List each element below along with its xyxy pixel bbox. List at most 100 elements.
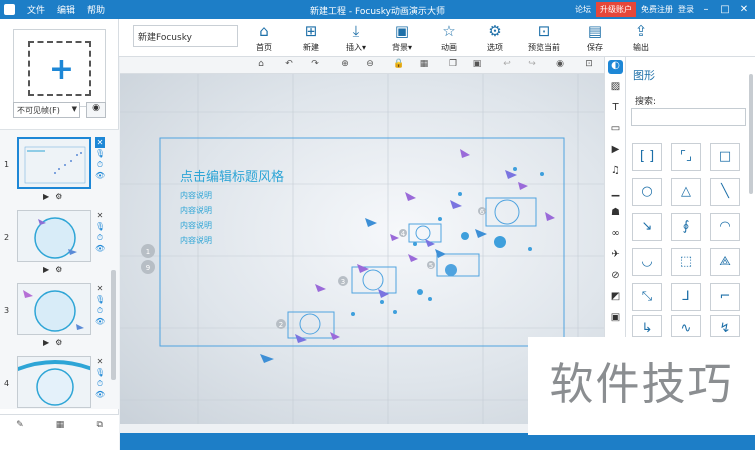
video-tab-icon[interactable]: ▶ <box>608 144 623 158</box>
photo-tab-icon[interactable]: ▣ <box>608 312 623 326</box>
timer-icon[interactable]: ⏱ <box>95 232 105 243</box>
upgrade-button[interactable]: 升级账户 <box>596 2 636 17</box>
plane-tab-icon[interactable]: ✈ <box>608 249 623 263</box>
fullscreen-icon[interactable]: ⊡ <box>582 59 596 71</box>
slide-item-2[interactable]: 2 ✕ 🎙 ⏱ 👁 ▶ ⚙ <box>0 207 112 279</box>
bracket-shape[interactable]: [ ] <box>632 143 662 171</box>
curly-arrow-shape[interactable]: ∮ <box>671 213 701 241</box>
options-button[interactable]: ⚙ 选项 <box>475 22 515 53</box>
content-item-4[interactable]: 内容说明 <box>180 235 212 246</box>
layers-icon[interactable]: ⧉ <box>96 420 102 450</box>
close-icon[interactable]: ✕ <box>95 210 105 221</box>
sub-frame[interactable] <box>436 253 480 277</box>
login-link[interactable]: 登录 <box>678 4 694 15</box>
microphone-icon[interactable]: 🎙 <box>95 221 105 232</box>
frame-settings-icon[interactable]: ▦ <box>56 420 65 450</box>
play-icon[interactable]: ▶ <box>43 192 49 201</box>
slideshow-tab-icon[interactable]: ▭ <box>608 123 623 137</box>
s-curve-arrow-shape[interactable]: ↯ <box>710 315 740 337</box>
redo-icon[interactable]: ↪ <box>525 59 539 71</box>
slide-list-scrollbar[interactable] <box>111 270 116 380</box>
dashed-curve-shape[interactable]: ◡ <box>632 248 662 276</box>
elbow-arrow-shape[interactable]: ↳ <box>632 315 662 337</box>
shape-search-input[interactable] <box>631 108 746 126</box>
timer-icon[interactable]: ⏱ <box>95 159 105 170</box>
line-shape[interactable]: ╲ <box>710 178 740 206</box>
image-tab-icon[interactable]: ▨ <box>608 81 623 95</box>
microphone-icon[interactable]: 🎙 <box>95 148 105 159</box>
minimize-button[interactable]: – <box>699 4 713 15</box>
preview-button[interactable]: ⊡ 预览当前 <box>522 22 566 53</box>
zoom-out-icon[interactable]: ⊖ <box>363 59 377 71</box>
project-name-input[interactable]: 新建Focusky <box>133 25 238 47</box>
shapes-tab-icon[interactable]: ◐ <box>608 60 623 74</box>
paste-icon[interactable]: ▣ <box>470 59 484 71</box>
microphone-icon[interactable]: 🎙 <box>95 367 105 378</box>
slide-thumbnail[interactable] <box>17 137 91 189</box>
close-window-button[interactable]: ✕ <box>737 4 751 15</box>
gear-icon[interactable]: ⚙ <box>55 192 62 201</box>
microphone-icon[interactable]: 🎙 <box>95 294 105 305</box>
close-icon[interactable]: ✕ <box>95 137 105 148</box>
content-item-3[interactable]: 内容说明 <box>180 220 212 231</box>
rotate-right-icon[interactable]: ↷ <box>308 59 322 71</box>
insert-button[interactable]: ⤓ 插入▾ <box>336 22 376 53</box>
circle-shape[interactable]: ○ <box>632 178 662 206</box>
lock-icon[interactable]: 🔒 <box>392 59 406 71</box>
home-view-icon[interactable]: ⌂ <box>254 59 268 71</box>
link-tab-icon[interactable]: ∞ <box>608 228 623 242</box>
visibility-select[interactable]: 不可见帧(F) ▼ <box>13 102 80 118</box>
text-tab-icon[interactable]: T <box>608 102 623 116</box>
eye-icon[interactable]: 👁 <box>95 243 105 254</box>
new-button[interactable]: ⊞ 新建 <box>291 22 331 53</box>
home-button[interactable]: ⌂ 首页 <box>244 22 284 53</box>
timer-icon[interactable]: ⏱ <box>95 378 105 389</box>
characters-tab-icon[interactable]: ☗ <box>608 207 623 221</box>
forum-link[interactable]: 论坛 <box>575 4 591 15</box>
slide-item-3[interactable]: 3 ✕ 🎙 ⏱ 👁 ▶ ⚙ <box>0 280 112 352</box>
panel-scrollbar[interactable] <box>749 74 753 194</box>
eye-icon[interactable]: 👁 <box>95 316 105 327</box>
sub-frame[interactable] <box>485 197 537 227</box>
edit-icon[interactable]: ✎ <box>16 420 24 450</box>
square-shape[interactable]: □ <box>710 143 740 171</box>
slide-thumbnail[interactable] <box>17 210 91 262</box>
arrow-line-shape[interactable]: ↘ <box>632 213 662 241</box>
play-icon[interactable]: ▶ <box>43 338 49 347</box>
timer-icon[interactable]: ⏱ <box>95 305 105 316</box>
maximize-button[interactable]: □ <box>718 4 732 15</box>
music-tab-icon[interactable]: ♫ <box>608 165 623 179</box>
background-button[interactable]: ▣ 背景▾ <box>382 22 422 53</box>
gear-icon[interactable]: ⚙ <box>55 338 62 347</box>
content-item-2[interactable]: 内容说明 <box>180 205 212 216</box>
slide-item-1[interactable]: 1 ✕ 🎙 ⏱ 👁 ▶ ⚙ <box>0 134 112 206</box>
export-button[interactable]: ⇪ 输出 <box>621 22 661 53</box>
sticker-tab-icon[interactable]: ◩ <box>608 291 623 305</box>
save-button[interactable]: ▤ 保存 <box>575 22 615 53</box>
canvas-title[interactable]: 点击编辑标题风格 <box>180 166 284 185</box>
corner-frame-shape[interactable]: ⌜⌟ <box>671 143 701 171</box>
close-icon[interactable]: ✕ <box>95 283 105 294</box>
chart-tab-icon[interactable]: ▁ <box>608 186 623 200</box>
add-frame-button[interactable]: + <box>13 29 106 107</box>
copy-icon[interactable]: ❐ <box>446 59 460 71</box>
dashed-square-shape[interactable]: ⬚ <box>671 248 701 276</box>
content-item-1[interactable]: 内容说明 <box>180 190 212 201</box>
close-icon[interactable]: ✕ <box>95 356 105 367</box>
register-link[interactable]: 免费注册 <box>641 4 673 15</box>
sub-frame[interactable] <box>351 266 397 294</box>
double-arrow-shape[interactable]: ⤡ <box>632 283 662 311</box>
compass-tab-icon[interactable]: ⊘ <box>608 270 623 284</box>
slide-thumbnail[interactable] <box>17 283 91 335</box>
play-icon[interactable]: ▶ <box>43 265 49 274</box>
gear-icon[interactable]: ⚙ <box>55 265 62 274</box>
dashed-arc-shape[interactable]: ◠ <box>710 213 740 241</box>
rotate-left-icon[interactable]: ↶ <box>282 59 296 71</box>
slide-thumbnail[interactable] <box>17 356 91 408</box>
triangle-shape[interactable]: △ <box>671 178 701 206</box>
grid-icon[interactable]: ▦ <box>417 59 431 71</box>
dashed-triangle-shape[interactable]: ⟁ <box>710 248 740 276</box>
eye-icon[interactable]: 👁 <box>95 170 105 181</box>
s-curve-shape[interactable]: ∿ <box>671 315 701 337</box>
elbow-shape[interactable]: ⌐ <box>710 283 740 311</box>
